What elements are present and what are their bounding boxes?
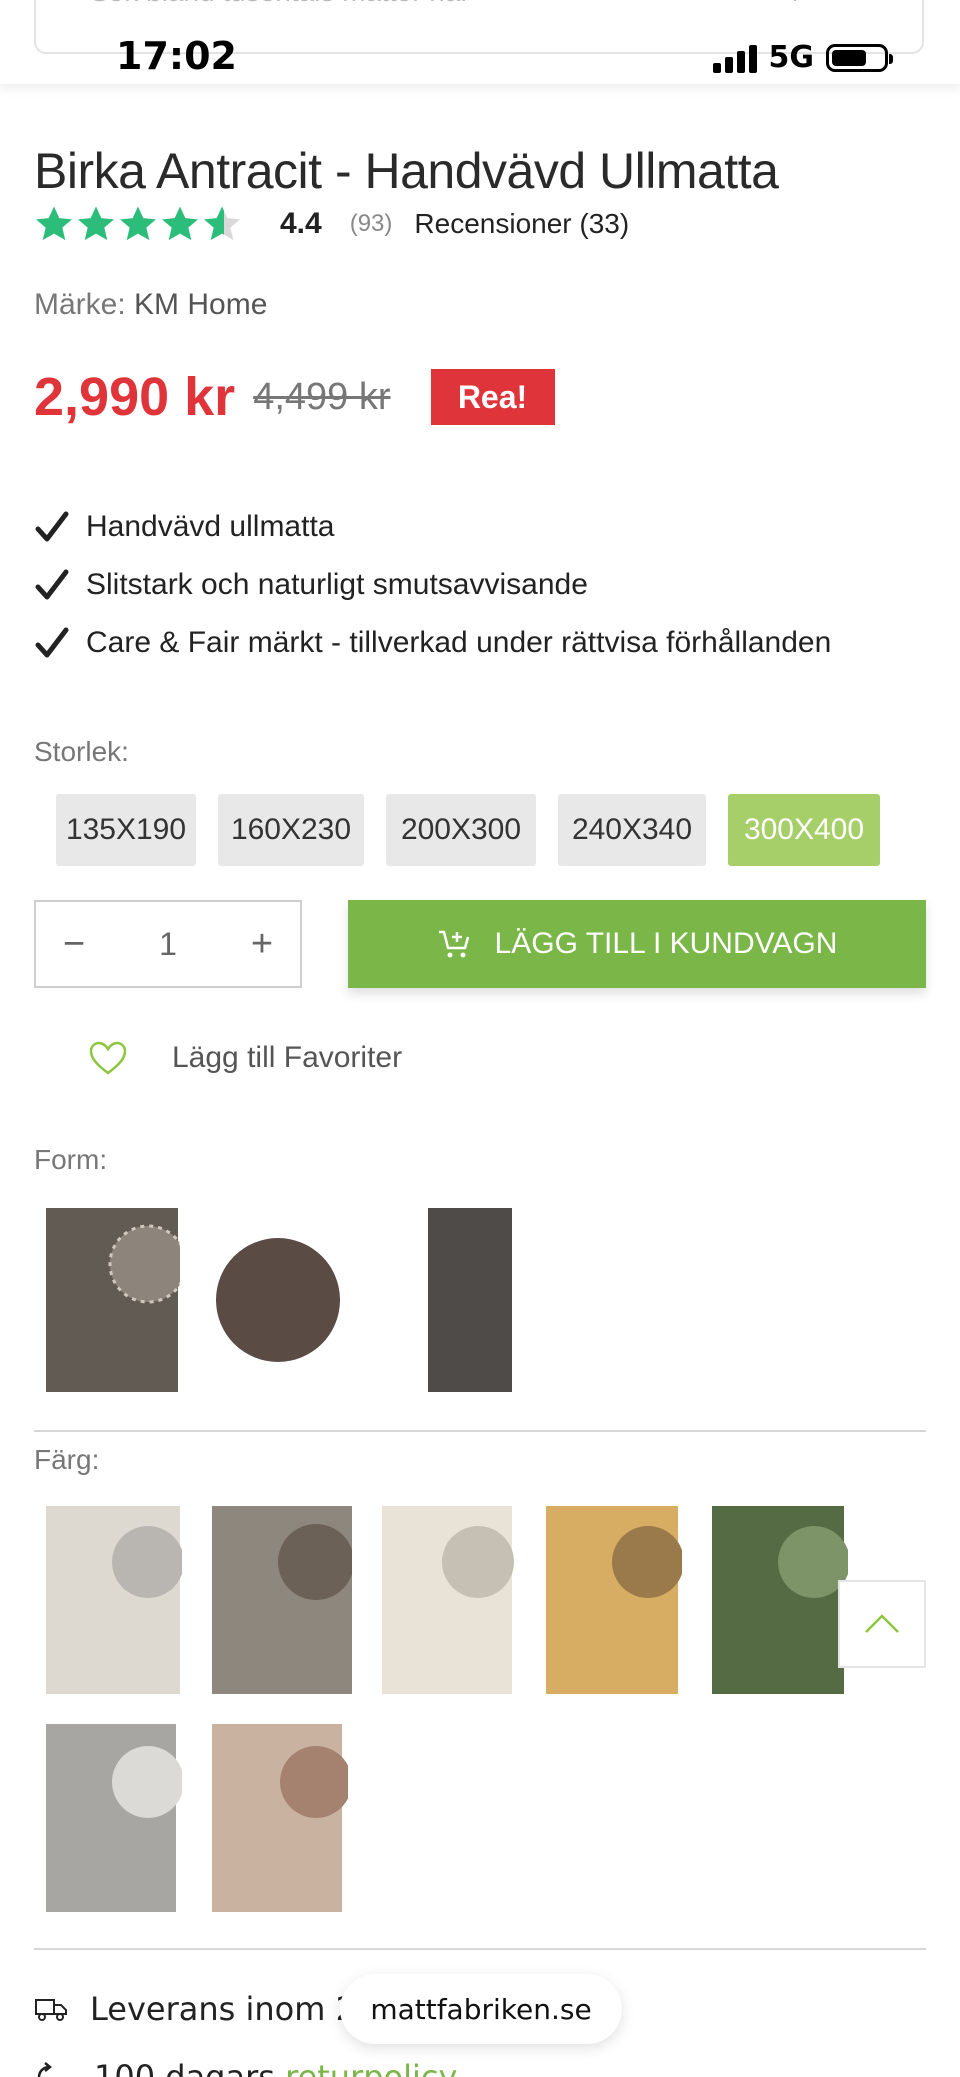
network-type: 5G: [768, 40, 815, 75]
form-option-rectangle[interactable]: [44, 1204, 180, 1396]
feature-item: Slitstark och naturligt smutsavvisande: [34, 556, 831, 614]
top-bar: Sök bland tusentals mattor här 17:02 5G: [0, 0, 960, 84]
star-icon: [36, 206, 72, 241]
price-row: 2,990 kr 4,499 kr Rea!: [34, 366, 555, 428]
search-icon[interactable]: [792, 0, 842, 10]
old-price: 4,499 kr: [253, 375, 391, 418]
search-placeholder: Sök bland tusentals mattor här: [90, 0, 470, 14]
form-options: [44, 1204, 512, 1396]
rating-count: (93): [349, 210, 393, 237]
size-options: 135X190 160X230 200X300 240X340 300X400: [56, 794, 880, 866]
add-to-favorites-button[interactable]: Lägg till Favoriter: [88, 1040, 402, 1076]
color-options-row: [44, 1504, 848, 1696]
scroll-to-top-button[interactable]: [838, 1580, 926, 1668]
product-title: Birka Antracit - Handvävd Ullmatta: [34, 143, 779, 199]
brand: Märke: KM Home: [34, 288, 267, 322]
rating-value: 4.4: [280, 207, 322, 240]
star-icon: [120, 206, 156, 241]
size-option-135x190[interactable]: 135X190: [56, 794, 196, 866]
checkmark-icon: [35, 511, 69, 542]
color-option-cream[interactable]: [380, 1504, 516, 1696]
color-option-mustard[interactable]: [544, 1504, 682, 1696]
color-options-row: [44, 1722, 348, 1914]
signal-icon: [712, 43, 757, 73]
divider: [34, 1430, 926, 1432]
chevron-up-icon: [865, 1614, 899, 1633]
return-info: 100 dagars returpolicy: [34, 2058, 457, 2077]
form-option-round[interactable]: [210, 1204, 346, 1396]
cart-add-icon: [438, 930, 469, 958]
star-icon: [162, 206, 198, 241]
feature-item: Care & Fair märkt - tillverkad under rät…: [34, 614, 831, 672]
truck-icon: [35, 1999, 67, 2021]
current-price: 2,990 kr: [34, 367, 236, 427]
color-option-light-grey[interactable]: [44, 1504, 182, 1696]
brand-label: Märke:: [34, 288, 126, 321]
brand-value[interactable]: KM Home: [134, 288, 267, 321]
color-option-green[interactable]: [710, 1504, 848, 1696]
add-to-cart-button[interactable]: LÄGG TILL I KUNDVAGN: [348, 900, 926, 988]
return-icon: [37, 2062, 59, 2077]
size-option-200x300[interactable]: 200X300: [386, 794, 536, 866]
color-option-grey-brown[interactable]: [210, 1504, 352, 1696]
rating-row: 4.4 (93) Recensioner (33): [34, 204, 629, 244]
feature-text: Slitstark och naturligt smutsavvisande: [86, 568, 588, 601]
feature-list: Handvävd ullmatta Slitstark och naturlig…: [34, 498, 831, 672]
star-icon: [78, 206, 114, 241]
heart-icon: [89, 1041, 127, 1075]
color-label: Färg:: [34, 1444, 100, 1475]
quantity-stepper: − 1 +: [34, 900, 302, 988]
return-text: 100 dagars returpolicy: [94, 2058, 457, 2077]
checkmark-icon: [35, 627, 69, 658]
reviews-link[interactable]: Recensioner (33): [414, 208, 629, 240]
quantity-value[interactable]: 1: [159, 926, 177, 963]
browser-url-bar[interactable]: mattfabriken.se: [340, 1974, 622, 2044]
status-time: 17:02: [116, 34, 237, 78]
return-policy-link[interactable]: returpolicy: [285, 2058, 457, 2077]
quantity-increase-button[interactable]: +: [242, 923, 282, 966]
battery-icon: [826, 43, 893, 72]
size-option-300x400[interactable]: 300X400: [728, 794, 880, 866]
feature-item: Handvävd ullmatta: [34, 498, 831, 556]
size-option-240x340[interactable]: 240X340: [558, 794, 706, 866]
color-option-grey[interactable]: [44, 1722, 182, 1914]
add-to-cart-label: LÄGG TILL I KUNDVAGN: [494, 927, 838, 960]
form-option-runner[interactable]: [376, 1204, 512, 1396]
half-star-icon: [204, 206, 240, 241]
size-option-160x230[interactable]: 160X230: [218, 794, 364, 866]
form-label: Form:: [34, 1144, 108, 1175]
feature-text: Care & Fair märkt - tillverkad under rät…: [86, 626, 832, 659]
sale-badge: Rea!: [430, 369, 555, 425]
divider: [34, 1948, 926, 1950]
feature-text: Handvävd ullmatta: [86, 510, 335, 543]
return-days: 100 dagars: [94, 2058, 286, 2077]
favorites-label: Lägg till Favoriter: [172, 1041, 403, 1074]
status-indicators: 5G: [712, 40, 893, 75]
size-label: Storlek:: [34, 736, 129, 767]
rating-stars: [34, 204, 242, 244]
checkmark-icon: [35, 569, 69, 600]
quantity-decrease-button[interactable]: −: [54, 923, 94, 966]
color-option-beige-rose[interactable]: [210, 1722, 348, 1914]
product-page: Sök bland tusentals mattor här 17:02 5G …: [0, 0, 960, 2077]
